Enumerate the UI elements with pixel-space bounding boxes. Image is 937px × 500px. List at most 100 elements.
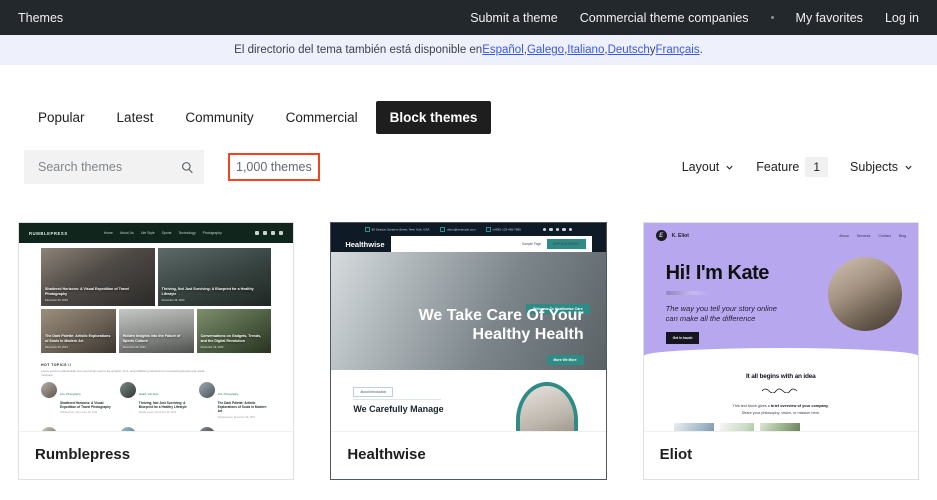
nav-my-favorites[interactable]: My favorites	[796, 11, 863, 25]
rp-nav-home: Home	[103, 231, 113, 235]
rp-post-1-meta: Arts, Photography	[60, 392, 81, 396]
theme-title-eliot[interactable]: Eliot	[643, 431, 918, 479]
filter-subjects[interactable]: Subjects	[850, 160, 913, 174]
rp-nav-lifestyle: Life Style	[140, 231, 155, 235]
rp-tile-1: Shattered Horizons: A Visual Expedition …	[41, 248, 155, 306]
tab-commercial[interactable]: Commercial	[272, 101, 372, 134]
locale-link-francais[interactable]: Français	[656, 44, 700, 56]
hw-hero-button: More We More	[546, 355, 584, 365]
rp-featured-grid: Shattered Horizons: A Visual Expedition …	[19, 243, 293, 360]
tab-community[interactable]: Community	[171, 101, 267, 134]
el-hero-curve	[643, 348, 918, 364]
rp-tile-5-caption: Conversations on Gadgets, Trends, and th…	[200, 333, 262, 349]
rp-nav: Home About Us Life Style Sports Technolo…	[104, 231, 222, 235]
site-brand-themes[interactable]: Themes	[18, 11, 63, 25]
theme-title-rumblepress[interactable]: Rumblepress	[19, 431, 294, 479]
theme-preview-eliot[interactable]: E K. Eliot About Services Contact Blog H…	[643, 223, 918, 431]
el-strip-image-2	[719, 423, 754, 431]
el-navbar: E K. Eliot About Services Contact Blog	[644, 223, 918, 248]
rp-post-1-title: Shattered Horizons: A Visual Expedition …	[60, 400, 111, 410]
chevron-down-icon	[905, 165, 912, 170]
facebook-icon	[542, 227, 547, 232]
hw-email: demo@example.com	[440, 227, 476, 232]
theme-preview-rumblepress[interactable]: RUMBLEPRESS Home About Us Life Style Spo…	[19, 223, 294, 431]
locale-link-italiano[interactable]: Italiano	[567, 44, 604, 56]
rp-tile-3-caption: The Dark Palette: Artistic Explorations …	[45, 333, 111, 349]
top-nav-links: Submit a theme Commercial theme companie…	[470, 11, 919, 25]
hw-brand: Healthwise	[345, 239, 385, 249]
locale-link-deutsch[interactable]: Deutsch	[608, 44, 650, 56]
theme-grid: RUMBLEPRESS Home About Us Life Style Spo…	[18, 222, 919, 480]
nav-submit-a-theme[interactable]: Submit a theme	[470, 11, 558, 25]
nav-commercial-theme-companies[interactable]: Commercial theme companies	[580, 11, 749, 25]
el-nav-blog: Blog	[898, 233, 906, 238]
el-brand: K. Eliot	[671, 232, 689, 239]
tab-popular[interactable]: Popular	[24, 101, 99, 134]
filter-feature-count-badge: 1	[805, 157, 829, 177]
nav-separator-dot-icon	[770, 16, 774, 19]
theme-preview-healthwise[interactable]: 88 Stratton Sanders Street, New York, US…	[331, 223, 606, 431]
search-input[interactable]	[38, 160, 181, 174]
rp-tile-4: Hidden Insights into the Future of Sport…	[118, 309, 194, 353]
rp-post-1: Arts, Photography Shattered Horizons: A …	[41, 381, 114, 419]
el-strip-image-1	[673, 423, 714, 431]
el-portrait-image	[827, 257, 902, 331]
filter-feature[interactable]: Feature 1	[756, 157, 829, 177]
tab-latest[interactable]: Latest	[103, 101, 168, 134]
hw-phone: (+800) 123-456-7890	[485, 227, 521, 232]
squiggle-icon	[761, 388, 798, 394]
theme-card-rumblepress[interactable]: RUMBLEPRESS Home About Us Life Style Spo…	[18, 222, 295, 480]
rp-post-1-date: Webdevnews | December 29, 2023	[60, 411, 98, 415]
filter-feature-label: Feature	[756, 160, 800, 174]
el-nav-about: About	[839, 233, 849, 238]
global-top-navbar: Themes Submit a theme Commercial theme c…	[0, 0, 937, 35]
mail-icon	[440, 227, 446, 232]
rp-tile-3: The Dark Palette: Artistic Explorations …	[41, 309, 116, 353]
rp-post-3-meta: Arts, Photography	[217, 392, 239, 396]
theme-card-healthwise[interactable]: 88 Stratton Sanders Street, New York, US…	[330, 222, 607, 480]
results-count: 1,000 themes	[228, 153, 320, 181]
hw-address: 88 Stratton Sanders Street, New York, US…	[364, 227, 430, 232]
theme-card-eliot[interactable]: E K. Eliot About Services Contact Blog H…	[642, 222, 919, 480]
hw-nav-sample-page: Sample Page	[522, 242, 542, 246]
locale-link-espanol[interactable]: Español	[482, 44, 524, 56]
rp-tile-5: Conversations on Gadgets, Trends, and th…	[196, 309, 272, 353]
rp-post-2-meta: Health, Life Style	[138, 392, 159, 396]
page-content: Popular Latest Community Commercial Bloc…	[0, 101, 937, 480]
el-logo-icon: E	[655, 230, 667, 241]
rp-logo: RUMBLEPRESS	[29, 230, 68, 236]
hw-hero-title-line2: Healthy Health	[472, 326, 584, 343]
filter-subjects-label: Subjects	[850, 160, 898, 174]
hw-brand-bar: Healthwise Sample Page APPOINTMENT	[331, 236, 606, 252]
el-nav-services: Services	[856, 233, 871, 238]
rp-tile-1-caption: Shattered Horizons: A Visual Expedition …	[45, 286, 130, 302]
rp-post-3-date: Webdevnews | December 29, 2023	[217, 415, 255, 419]
rp-post-6: Arts, Technology Decoding the Stories Be…	[198, 426, 272, 431]
locale-link-galego[interactable]: Galego	[527, 44, 564, 56]
nav-log-in[interactable]: Log in	[885, 11, 919, 25]
search-icon[interactable]	[181, 161, 194, 174]
location-icon	[364, 227, 370, 232]
el-section-title: It all begins with an idea	[746, 373, 816, 380]
el-hero-button: Get in touch	[665, 332, 700, 345]
locale-availability-banner: El directorio del tema también está disp…	[0, 35, 937, 65]
theme-title-healthwise[interactable]: Healthwise	[331, 431, 606, 479]
tab-block-themes[interactable]: Block themes	[375, 101, 492, 134]
theme-category-tabs: Popular Latest Community Commercial Bloc…	[18, 101, 919, 134]
filter-layout-label: Layout	[681, 160, 720, 174]
rp-tile-2-caption: Thriving, Not Just Surviving: A Blueprin…	[161, 286, 254, 302]
rp-tile-2: Thriving, Not Just Surviving: A Blueprin…	[157, 248, 272, 306]
el-nav-contact: Contact	[878, 233, 891, 238]
instagram-icon	[562, 227, 566, 232]
filter-layout[interactable]: Layout	[682, 160, 735, 174]
rp-post-3-title: The Dark Palette: Artistic Explorations …	[217, 400, 267, 414]
rp-post-2: Health, Life Style Thriving, Not Just Su…	[119, 381, 193, 419]
youtube-icon	[568, 227, 573, 232]
search-themes-box[interactable]	[24, 150, 204, 184]
el-hero-rule	[665, 291, 710, 295]
facebook-icon	[255, 231, 260, 235]
rp-post-5: Technology Conversations on Gadgets, Tre…	[119, 426, 193, 431]
chevron-down-icon	[726, 165, 733, 170]
linkedin-icon	[555, 227, 560, 232]
instagram-icon	[271, 231, 276, 235]
